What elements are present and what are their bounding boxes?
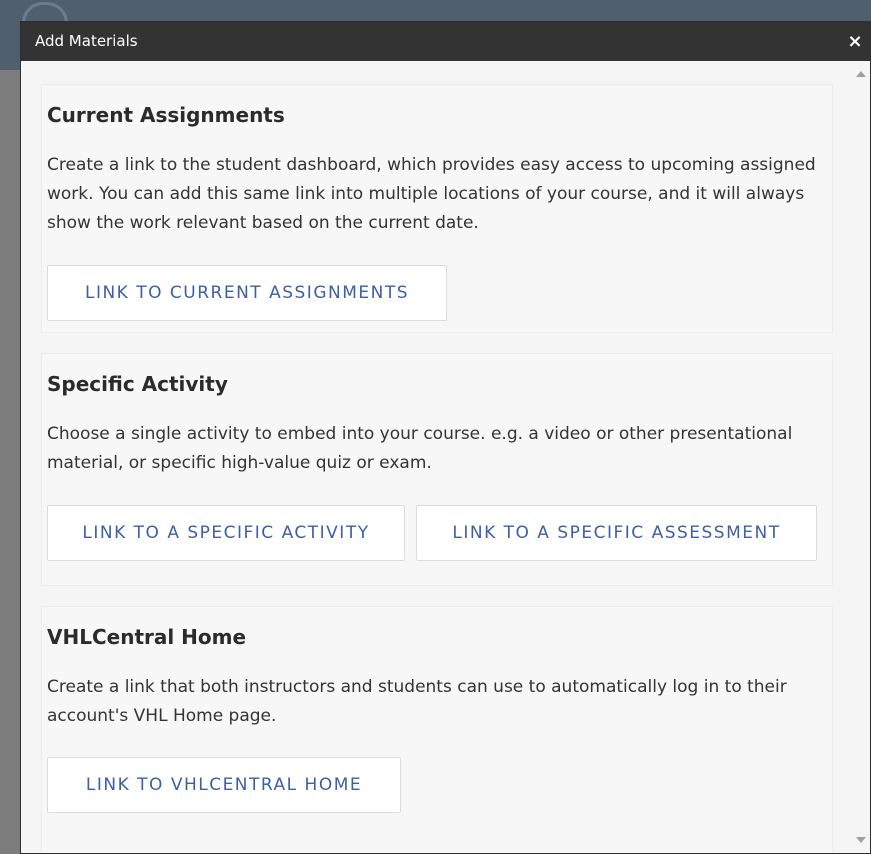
link-to-specific-activity-button[interactable]: LINK TO A SPECIFIC ACTIVITY xyxy=(47,505,405,561)
section-description: Create a link that both instructors and … xyxy=(47,677,787,726)
dialog-titlebar: Add Materials × xyxy=(21,22,870,61)
scroll-down-arrow-icon[interactable] xyxy=(856,837,866,843)
add-materials-dialog: Add Materials × Current Assignments Crea… xyxy=(20,21,871,854)
section-description: Choose a single activity to embed into y… xyxy=(47,424,793,473)
dialog-title: Add Materials xyxy=(35,32,138,50)
background-logo xyxy=(22,2,68,23)
section-specific-activity: Specific Activity Choose a single activi… xyxy=(41,353,833,586)
close-icon[interactable]: × xyxy=(844,22,866,61)
link-to-vhlcentral-home-button[interactable]: LINK TO VHLCENTRAL HOME xyxy=(47,757,401,813)
scrollbar-thumb[interactable] xyxy=(857,87,865,827)
scroll-up-arrow-icon[interactable] xyxy=(856,71,866,77)
section-description: Create a link to the student dashboard, … xyxy=(47,155,816,233)
link-to-current-assignments-button[interactable]: LINK TO CURRENT ASSIGNMENTS xyxy=(47,265,447,321)
section-current-assignments: Current Assignments Create a link to the… xyxy=(41,84,833,333)
section-heading: Specific Activity xyxy=(47,372,228,396)
section-heading: Current Assignments xyxy=(47,103,285,127)
section-vhlcentral-home: VHLCentral Home Create a link that both … xyxy=(41,606,833,853)
scrollbar[interactable] xyxy=(852,61,870,853)
link-to-specific-assessment-button[interactable]: LINK TO A SPECIFIC ASSESSMENT xyxy=(416,505,817,561)
dialog-content: Current Assignments Create a link to the… xyxy=(21,61,852,853)
section-heading: VHLCentral Home xyxy=(47,625,247,649)
